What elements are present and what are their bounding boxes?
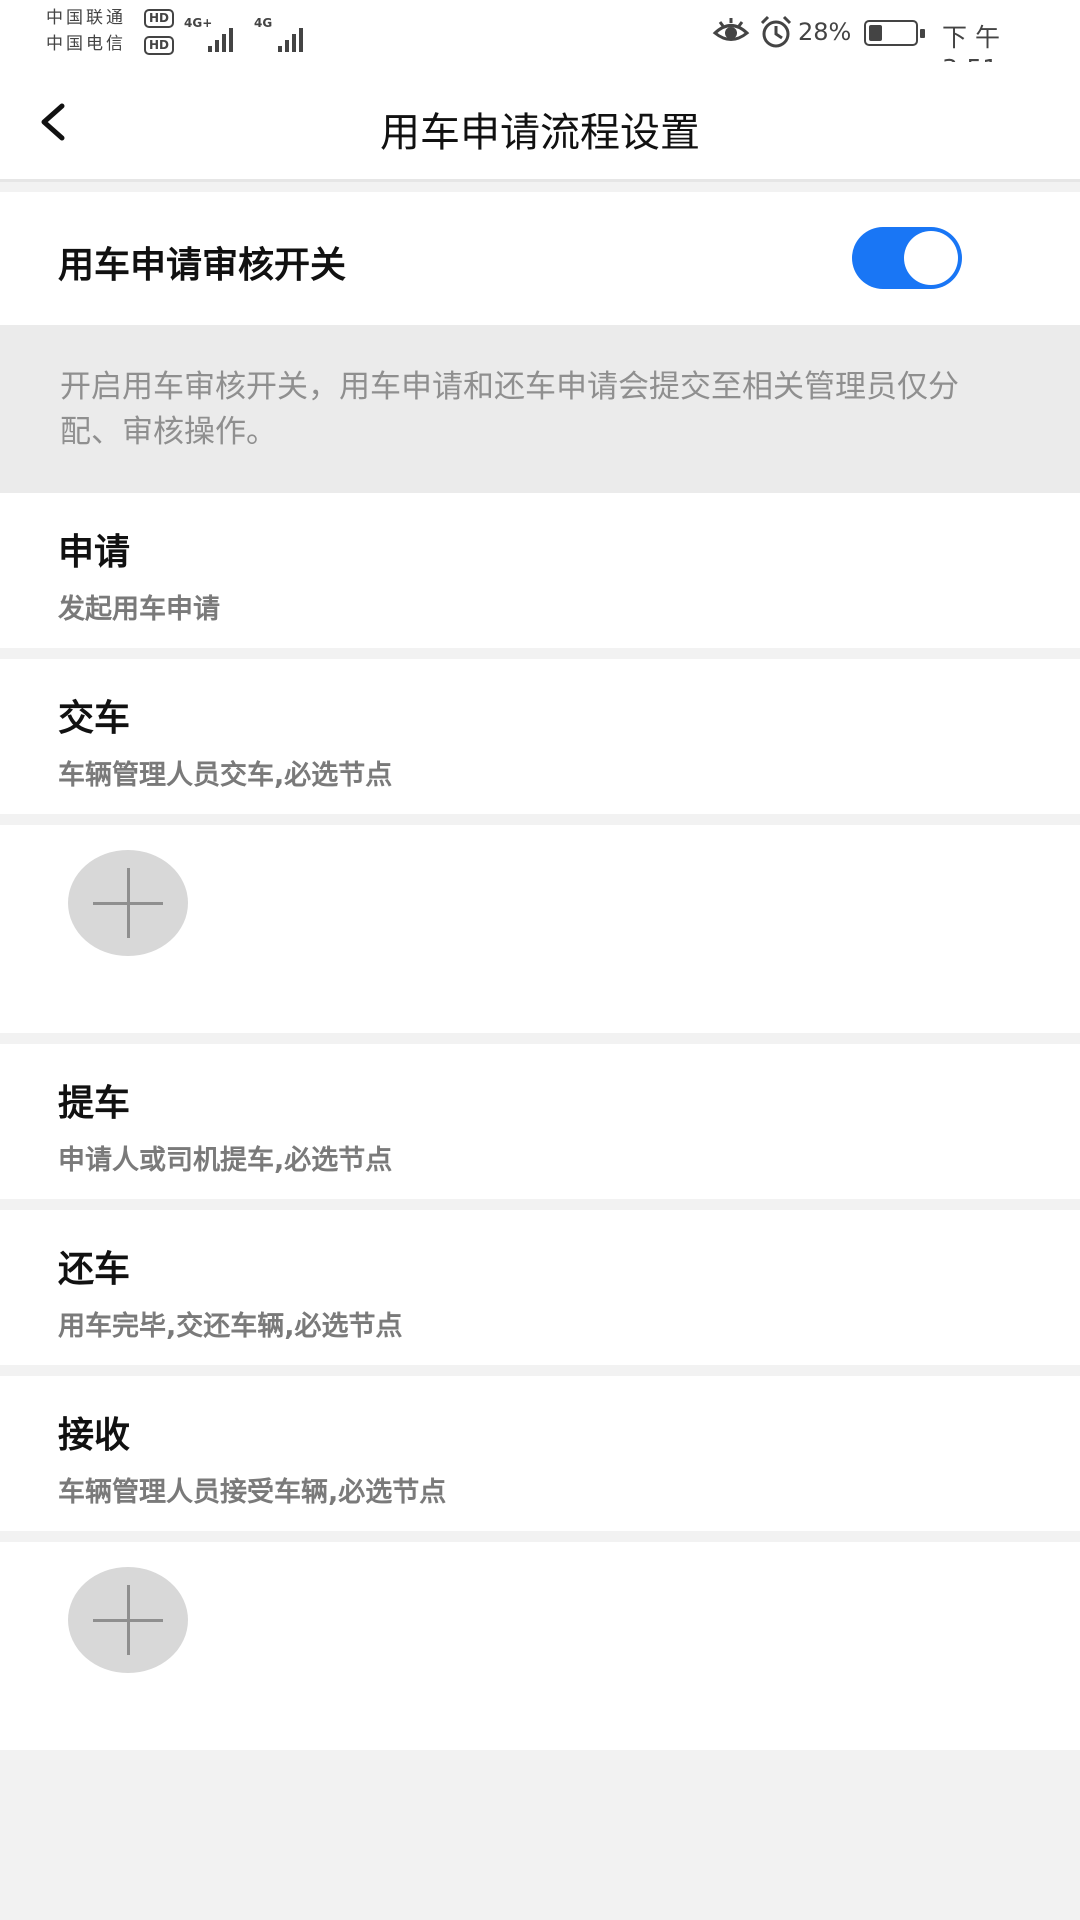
carrier-name-2: 中国电信 bbox=[46, 34, 126, 54]
add-node-area-2 bbox=[0, 1542, 1080, 1750]
node-subtitle: 申请人或司机提车,必选节点 bbox=[58, 1145, 393, 1176]
hint-panel: 开启用车审核开关，用车申请和还车申请会提交至相关管理员仅分配、审核操作。 bbox=[0, 325, 1080, 493]
page-title: 用车申请流程设置 bbox=[380, 110, 700, 156]
node-subtitle: 发起用车申请 bbox=[58, 594, 220, 625]
carrier-name-1: 中国联通 bbox=[46, 8, 126, 28]
approval-switch-row: 用车申请审核开关 bbox=[0, 192, 1080, 325]
signal-icon-1: 4G+ bbox=[184, 16, 244, 52]
hd-badge-2: HD bbox=[144, 36, 174, 55]
add-node-button-1[interactable] bbox=[68, 850, 188, 956]
add-node-button-2[interactable] bbox=[68, 1567, 188, 1673]
node-subtitle: 车辆管理人员交车,必选节点 bbox=[58, 760, 393, 791]
carrier-info: 中国联通 中国电信 HD HD 4G+ 4G bbox=[46, 6, 326, 58]
node-title: 申请 bbox=[58, 532, 131, 573]
add-node-area-1 bbox=[0, 825, 1080, 1033]
process-node-deliver[interactable]: 交车 车辆管理人员交车,必选节点 bbox=[0, 659, 1080, 814]
node-title: 提车 bbox=[58, 1083, 131, 1124]
node-title: 接收 bbox=[58, 1415, 131, 1456]
battery-icon bbox=[864, 20, 925, 46]
toggle-knob bbox=[904, 231, 958, 285]
node-title: 交车 bbox=[58, 698, 131, 739]
hd-badge-1: HD bbox=[144, 9, 174, 28]
approval-switch-label: 用车申请审核开关 bbox=[58, 245, 347, 286]
node-subtitle: 用车完毕,交还车辆,必选节点 bbox=[58, 1311, 403, 1342]
status-bar: 中国联通 中国电信 HD HD 4G+ 4G 28% 下 午3:51 bbox=[0, 0, 1080, 83]
signal-icon-2: 4G bbox=[254, 16, 314, 52]
hint-text: 开启用车审核开关，用车申请和还车申请会提交至相关管理员仅分配、审核操作。 bbox=[60, 369, 959, 450]
process-node-apply[interactable]: 申请 发起用车申请 bbox=[0, 493, 1080, 648]
network-type-2: 4G bbox=[254, 16, 273, 30]
battery-percent: 28% bbox=[798, 18, 852, 46]
node-subtitle: 车辆管理人员接受车辆,必选节点 bbox=[58, 1477, 447, 1508]
node-title: 还车 bbox=[58, 1249, 131, 1290]
process-node-receive[interactable]: 接收 车辆管理人员接受车辆,必选节点 bbox=[0, 1376, 1080, 1531]
nav-bar: 用车申请流程设置 bbox=[0, 62, 1080, 182]
alarm-icon bbox=[760, 15, 792, 48]
status-indicators: 28% 下 午3:51 bbox=[712, 12, 1042, 83]
approval-toggle[interactable] bbox=[852, 227, 962, 289]
process-node-pickup[interactable]: 提车 申请人或司机提车,必选节点 bbox=[0, 1044, 1080, 1199]
eye-comfort-icon bbox=[712, 18, 750, 41]
process-node-return[interactable]: 还车 用车完毕,交还车辆,必选节点 bbox=[0, 1210, 1080, 1365]
